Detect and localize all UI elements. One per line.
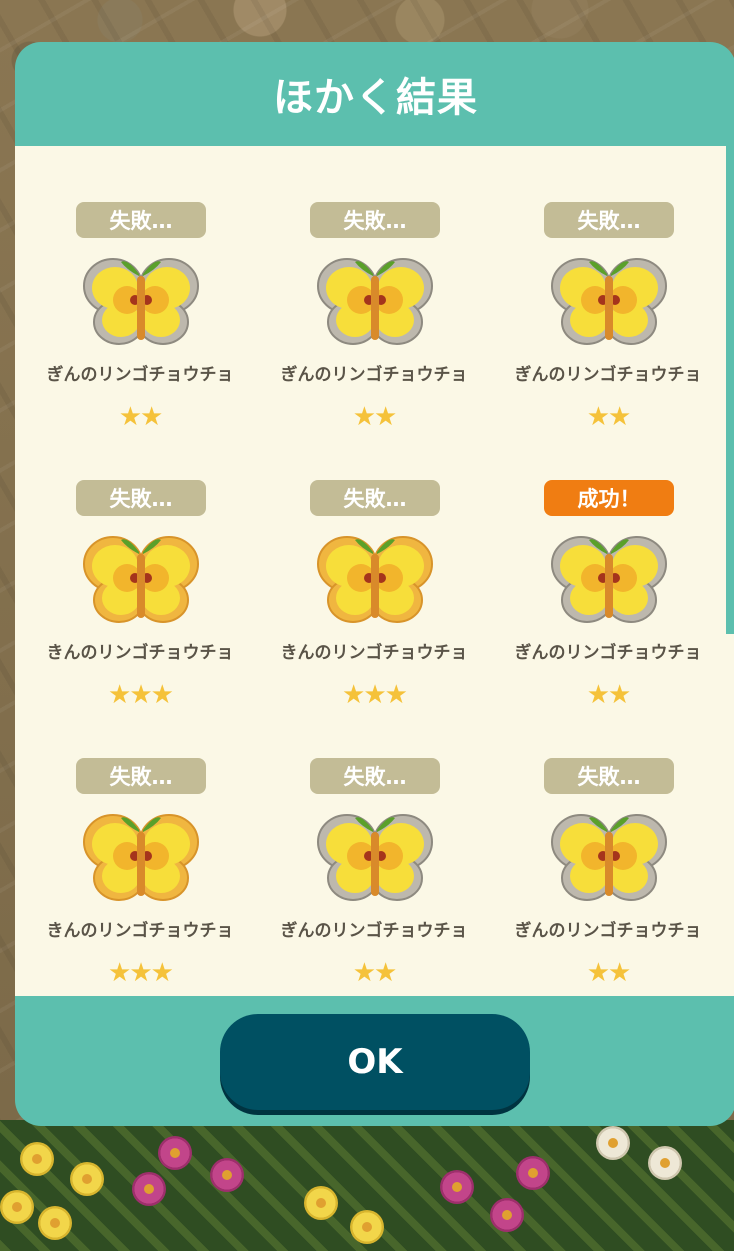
- bug-name: ぎんのリンゴチョウチョ: [514, 365, 702, 385]
- butterfly-icon: [317, 258, 433, 345]
- bug-name: きんのリンゴチョウチョ: [46, 921, 234, 941]
- flower-decoration: [0, 1190, 34, 1224]
- butterfly-icon: [83, 814, 199, 901]
- flower-decoration: [304, 1186, 338, 1220]
- butterfly-icon: [317, 814, 433, 901]
- scrollbar-track[interactable]: [726, 634, 734, 996]
- result-card: 失敗… ぎんのリンゴチョウチョ ★★: [257, 758, 491, 996]
- bug-name: きんのリンゴチョウチョ: [46, 643, 234, 663]
- rarity-stars: ★★: [352, 958, 398, 988]
- rarity-stars: ★★★: [342, 680, 408, 710]
- butterfly-icon: [83, 536, 199, 623]
- result-status-badge: 失敗…: [544, 758, 674, 794]
- butterfly-icon: [83, 258, 199, 345]
- flower-decoration: [350, 1210, 384, 1244]
- rarity-stars: ★★: [118, 402, 164, 432]
- flower-decoration: [596, 1126, 630, 1160]
- flower-decoration: [210, 1158, 244, 1192]
- rarity-stars: ★★★: [108, 958, 174, 988]
- result-status-badge: 失敗…: [544, 202, 674, 238]
- bug-name: ぎんのリンゴチョウチョ: [280, 365, 468, 385]
- result-card: 失敗… ぎんのリンゴチョウチョ ★★: [257, 202, 491, 480]
- result-card: 失敗… きんのリンゴチョウチョ ★★★: [23, 758, 257, 996]
- rarity-stars: ★★: [586, 958, 632, 988]
- rarity-stars: ★★: [586, 402, 632, 432]
- result-card: 失敗… きんのリンゴチョウチョ ★★★: [23, 480, 257, 758]
- results-panel[interactable]: 失敗… ぎんのリンゴチョウチョ ★★ 失敗… ぎんのリンゴチョウチョ ★★ 失敗…: [15, 146, 726, 996]
- result-status-badge: 失敗…: [76, 202, 206, 238]
- flower-decoration: [648, 1146, 682, 1180]
- bug-name: きんのリンゴチョウチョ: [280, 643, 468, 663]
- flower-decoration: [490, 1198, 524, 1232]
- bug-name: ぎんのリンゴチョウチョ: [514, 921, 702, 941]
- butterfly-icon: [317, 536, 433, 623]
- capture-result-dialog: ほかく結果 失敗… ぎんのリンゴチョウチョ ★★ 失敗… ぎんのリンゴチョウチョ…: [15, 42, 734, 1126]
- butterfly-icon: [551, 536, 667, 623]
- bug-name: ぎんのリンゴチョウチョ: [280, 921, 468, 941]
- flower-decoration: [38, 1206, 72, 1240]
- result-status-badge: 失敗…: [310, 480, 440, 516]
- result-status-badge: 失敗…: [310, 758, 440, 794]
- result-card: 失敗… ぎんのリンゴチョウチョ ★★: [23, 202, 257, 480]
- rarity-stars: ★★: [586, 680, 632, 710]
- dialog-title: ほかく結果: [273, 75, 478, 121]
- scrollbar-thumb[interactable]: [726, 146, 734, 634]
- flower-decoration: [70, 1162, 104, 1196]
- result-status-badge: 失敗…: [76, 480, 206, 516]
- flower-decoration: [158, 1136, 192, 1170]
- rarity-stars: ★★: [352, 402, 398, 432]
- ok-button[interactable]: OK: [220, 1014, 530, 1110]
- result-status-badge: 失敗…: [76, 758, 206, 794]
- bug-name: ぎんのリンゴチョウチョ: [46, 365, 234, 385]
- flower-decoration: [20, 1142, 54, 1176]
- result-card: 失敗… きんのリンゴチョウチョ ★★★: [257, 480, 491, 758]
- butterfly-icon: [551, 258, 667, 345]
- butterfly-icon: [551, 814, 667, 901]
- flower-decoration: [132, 1172, 166, 1206]
- result-card: 失敗… ぎんのリンゴチョウチョ ★★: [491, 758, 725, 996]
- rarity-stars: ★★★: [108, 680, 174, 710]
- result-status-badge: 成功！: [544, 480, 674, 516]
- bug-name: ぎんのリンゴチョウチョ: [514, 643, 702, 663]
- result-card: 成功！ ぎんのリンゴチョウチョ ★★: [491, 480, 725, 758]
- flower-decoration: [516, 1156, 550, 1190]
- flower-decoration: [440, 1170, 474, 1204]
- result-status-badge: 失敗…: [310, 202, 440, 238]
- result-card: 失敗… ぎんのリンゴチョウチョ ★★: [491, 202, 725, 480]
- results-grid: 失敗… ぎんのリンゴチョウチョ ★★ 失敗… ぎんのリンゴチョウチョ ★★ 失敗…: [23, 202, 725, 996]
